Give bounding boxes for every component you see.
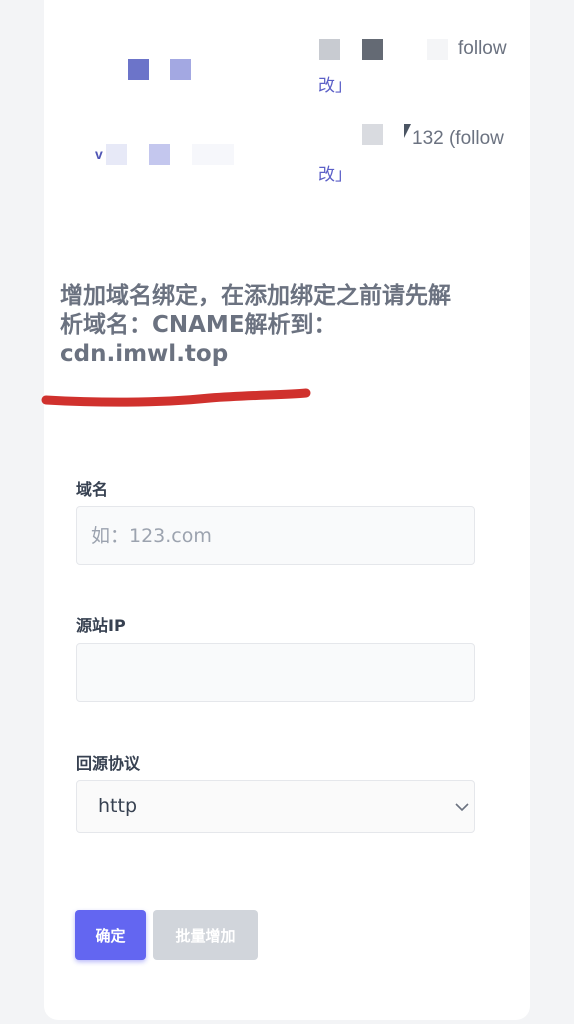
redaction-block xyxy=(427,39,448,60)
redaction-block xyxy=(319,39,340,60)
redaction-block xyxy=(192,144,234,165)
chevron-down-icon xyxy=(455,803,469,812)
row-prefix-text: v xyxy=(95,146,103,162)
cursor-icon xyxy=(404,124,411,138)
form-title-line: 析域名：CNAME解析到： xyxy=(60,312,337,338)
domain-label: 域名 xyxy=(76,480,109,499)
row-follow-text: 132 (follow xyxy=(412,128,504,149)
protocol-select[interactable]: http xyxy=(76,780,475,833)
form-title: 增加域名绑定，在添加绑定之前请先解 析域名：CNAME解析到： cdn.imwl… xyxy=(60,282,500,369)
redaction-block xyxy=(362,39,383,60)
redaction-block xyxy=(362,124,383,145)
form-title-line: 增加域名绑定，在添加绑定之前请先解 xyxy=(60,283,451,309)
row-follow-text: follow xyxy=(458,38,507,59)
batch-add-button[interactable]: 批量增加 xyxy=(153,910,258,960)
row-edit-link[interactable]: 改」 xyxy=(318,160,352,185)
source-ip-input[interactable] xyxy=(76,643,475,702)
redaction-block xyxy=(170,59,191,80)
protocol-selected-value: http xyxy=(98,795,138,817)
redaction-block xyxy=(128,59,149,80)
row-edit-link[interactable]: 改」 xyxy=(318,71,352,96)
submit-button[interactable]: 确定 xyxy=(75,910,146,960)
source-ip-label: 源站IP xyxy=(76,616,126,635)
domain-input[interactable] xyxy=(76,506,475,565)
form-title-line: cdn.imwl.top xyxy=(60,341,229,367)
redaction-block xyxy=(149,144,170,165)
redaction-block xyxy=(106,144,127,165)
protocol-label: 回源协议 xyxy=(76,754,141,773)
red-underline-annotation xyxy=(41,388,311,407)
